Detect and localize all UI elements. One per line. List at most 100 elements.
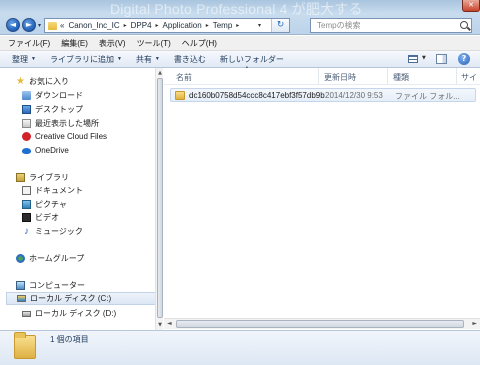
nav-homegroup-label: ホームグループ — [29, 254, 85, 263]
view-options-icon[interactable] — [408, 55, 418, 63]
desktop-icon — [22, 105, 31, 114]
star-icon: ★ — [16, 76, 25, 87]
onedrive-icon — [22, 147, 31, 154]
organize-label: 整理 — [12, 54, 28, 64]
menu-edit[interactable]: 編集(E) — [61, 38, 88, 49]
breadcrumb-item-application[interactable]: Application — [163, 21, 202, 30]
menu-bar: ファイル(F) 編集(E) 表示(V) ツール(T) ヘルプ(H) — [0, 36, 480, 51]
details-pane: 1 個の項目 — [0, 330, 480, 365]
breadcrumb-separator[interactable]: ▸ — [124, 22, 127, 29]
forward-button[interactable]: ► — [22, 18, 36, 32]
nav-item-label: 最近表示した場所 — [35, 119, 99, 128]
menu-tools[interactable]: ツール(T) — [137, 38, 171, 49]
nav-item-local-disk-c[interactable]: ローカル ディスク (C:) — [6, 292, 156, 305]
navigation-pane: ★ お気に入り ダウンロード デスクトップ 最近表示した場所 Creative … — [0, 68, 163, 330]
chevron-down-icon: ▼ — [116, 56, 122, 63]
nav-item-creative-cloud[interactable]: Creative Cloud Files — [22, 130, 107, 143]
column-header-date-modified[interactable]: 更新日時 — [324, 72, 356, 83]
address-history-dropdown[interactable]: ▾ — [258, 22, 261, 29]
breadcrumb-item-temp[interactable]: Temp — [213, 21, 233, 30]
pictures-icon — [22, 200, 31, 209]
nav-scrollbar[interactable]: ▲ ▼ — [155, 68, 163, 330]
add-to-library-button[interactable]: ライブラリに追加 ▼ — [50, 54, 122, 65]
breadcrumb-separator[interactable]: ▸ — [206, 22, 209, 29]
new-folder-button[interactable]: 新しいフォルダー — [220, 54, 284, 65]
recent-pages-dropdown[interactable]: ▾ — [38, 22, 41, 29]
menu-file[interactable]: ファイル(F) — [8, 38, 50, 49]
videos-icon — [22, 213, 31, 222]
preview-pane-icon[interactable] — [436, 54, 447, 64]
library-icon — [16, 173, 25, 182]
column-header-row: 名前 更新日時 種類 サイ — [164, 68, 480, 85]
nav-item-local-disk-d[interactable]: ローカル ディスク (D:) — [22, 307, 116, 320]
column-divider[interactable] — [456, 68, 457, 85]
column-divider[interactable] — [387, 68, 388, 85]
help-icon[interactable]: ? — [458, 53, 470, 65]
nav-item-label: ローカル ディスク (C:) — [30, 294, 112, 303]
nav-computer[interactable]: コンピューター — [16, 279, 85, 292]
file-type: ファイル フォル... — [395, 92, 460, 101]
view-dropdown[interactable]: ▼ — [422, 55, 426, 61]
breadcrumb-overflow[interactable]: « — [60, 21, 64, 30]
column-divider[interactable] — [318, 68, 319, 85]
drive-icon — [22, 310, 31, 317]
nav-favorites-label: お気に入り — [29, 77, 69, 86]
menu-help[interactable]: ヘルプ(H) — [182, 38, 217, 49]
computer-icon — [16, 281, 25, 290]
nav-item-recent-places[interactable]: 最近表示した場所 — [22, 117, 99, 130]
nav-item-label: ドキュメント — [35, 186, 83, 195]
nav-item-label: ローカル ディスク (D:) — [35, 309, 117, 318]
nav-item-music[interactable]: ♪ ミュージック — [22, 225, 83, 238]
nav-scrollbar-thumb[interactable] — [157, 78, 163, 318]
nav-item-documents[interactable]: ドキュメント — [22, 184, 83, 197]
breadcrumb-separator[interactable]: ▸ — [156, 22, 159, 29]
folder-icon — [48, 21, 57, 30]
horizontal-scrollbar-thumb[interactable] — [176, 320, 464, 328]
breadcrumb-separator[interactable]: ▸ — [236, 22, 239, 29]
horizontal-scrollbar[interactable]: ◄ ► — [164, 318, 480, 329]
search-input[interactable]: Tempの検索 — [310, 18, 472, 33]
folder-icon — [175, 91, 185, 100]
nav-item-downloads[interactable]: ダウンロード — [22, 89, 83, 102]
file-row[interactable]: dc160b0758d54ccc8c417ebf3f57db9b 2014/12… — [170, 88, 476, 102]
scroll-down-icon[interactable]: ▼ — [157, 322, 163, 328]
scroll-up-icon[interactable]: ▲ — [157, 70, 163, 76]
back-button[interactable]: ◄ — [6, 18, 20, 32]
music-icon: ♪ — [24, 226, 29, 237]
window-title: Digital Photo Professional 4 が肥大する — [110, 1, 363, 17]
nav-item-label: デスクトップ — [35, 105, 83, 114]
close-button[interactable]: ✕ — [462, 0, 480, 12]
nav-item-videos[interactable]: ビデオ — [22, 211, 59, 224]
nav-computer-label: コンピューター — [29, 281, 85, 290]
search-placeholder: Tempの検索 — [317, 21, 361, 30]
address-bar[interactable]: « Canon_Inc_IC ▸ DPP4 ▸ Application ▸ Te… — [44, 18, 290, 33]
chevron-down-icon: ▼ — [31, 56, 36, 63]
column-header-type[interactable]: 種類 — [393, 72, 409, 83]
nav-favorites[interactable]: ★ お気に入り — [16, 75, 69, 88]
nav-item-pictures[interactable]: ピクチャ — [22, 198, 67, 211]
downloads-icon — [22, 91, 31, 100]
scroll-left-icon[interactable]: ◄ — [167, 320, 172, 327]
share-button[interactable]: 共有 ▼ — [136, 54, 160, 65]
share-label: 共有 — [135, 54, 152, 64]
burn-button[interactable]: 書き込む — [174, 54, 206, 65]
folder-icon — [14, 332, 36, 359]
nav-item-label: Creative Cloud Files — [35, 132, 108, 141]
organize-button[interactable]: 整理 ▼ — [12, 54, 36, 65]
search-icon[interactable] — [460, 21, 468, 29]
breadcrumb-item-canon[interactable]: Canon_Inc_IC — [68, 21, 119, 30]
nav-item-desktop[interactable]: デスクトップ — [22, 103, 83, 116]
scroll-right-icon[interactable]: ► — [472, 320, 477, 327]
homegroup-icon — [16, 254, 25, 263]
breadcrumb-item-dpp4[interactable]: DPP4 — [131, 21, 152, 30]
menu-view[interactable]: 表示(V) — [99, 38, 126, 49]
refresh-button[interactable]: ↻ — [271, 19, 289, 32]
column-header-size[interactable]: サイ — [461, 72, 477, 83]
nav-libraries-label: ライブラリ — [29, 173, 69, 182]
recent-places-icon — [22, 119, 31, 128]
creative-cloud-icon — [22, 132, 31, 141]
column-header-name[interactable]: 名前 — [176, 72, 192, 83]
nav-homegroup[interactable]: ホームグループ — [16, 252, 84, 265]
nav-item-onedrive[interactable]: OneDrive — [22, 144, 69, 157]
nav-libraries[interactable]: ライブラリ — [16, 171, 69, 184]
